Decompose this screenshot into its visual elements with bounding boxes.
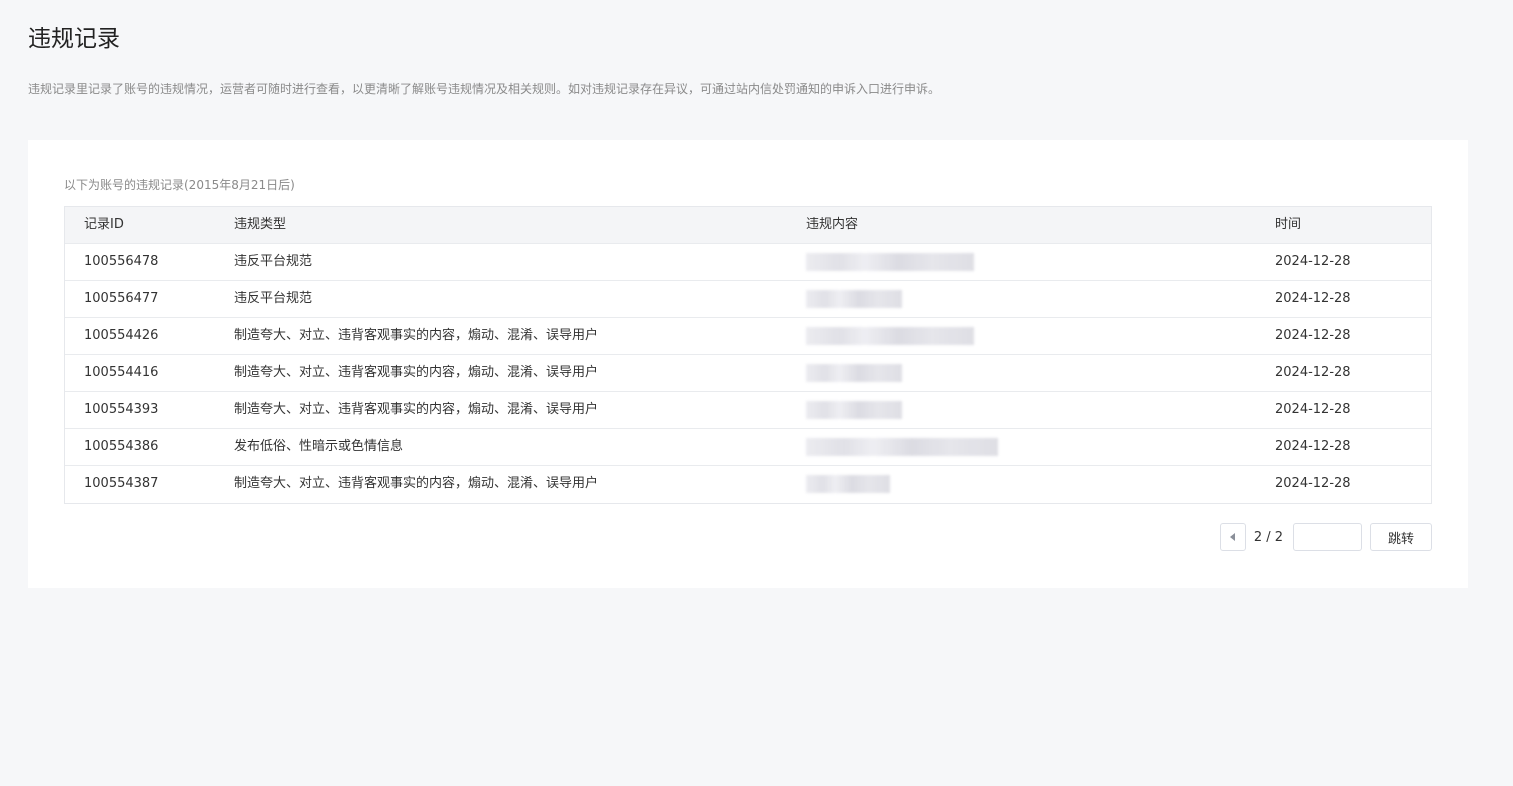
jump-button[interactable]: 跳转 (1370, 523, 1432, 551)
table-row: 100554386 发布低俗、性暗示或色情信息 2024-12-28 (65, 429, 1431, 466)
record-time: 2024-12-28 (1275, 328, 1351, 343)
caret-left-icon (1230, 533, 1236, 541)
page-jump-input[interactable] (1293, 523, 1362, 551)
header-violation-type: 违规类型 (234, 217, 287, 232)
header-time: 时间 (1275, 217, 1302, 232)
redaction-blur (806, 253, 974, 271)
violation-content-redacted (806, 466, 1006, 502)
violation-content-redacted (806, 318, 1006, 354)
redaction-blur (806, 327, 974, 345)
record-time: 2024-12-28 (1275, 365, 1351, 380)
violation-type: 违反平台规范 (234, 291, 313, 306)
violation-type: 制造夸大、对立、违背客观事实的内容，煽动、混淆、误导用户 (234, 402, 599, 417)
violation-type: 制造夸大、对立、违背客观事实的内容，煽动、混淆、误导用户 (234, 328, 599, 343)
table-row: 100556477 违反平台规范 2024-12-28 (65, 281, 1431, 318)
redaction-blur (806, 475, 890, 493)
violation-type: 制造夸大、对立、违背客观事实的内容，煽动、混淆、误导用户 (234, 365, 599, 380)
table-row: 100556478 违反平台规范 2024-12-28 (65, 244, 1431, 281)
violation-content-redacted (806, 244, 1006, 280)
table-row: 100554426 制造夸大、对立、违背客观事实的内容，煽动、混淆、误导用户 2… (65, 318, 1431, 355)
table-header-row: 记录ID 违规类型 违规内容 时间 (65, 207, 1431, 244)
record-time: 2024-12-28 (1275, 476, 1351, 491)
page-indicator: 2 / 2 (1253, 529, 1283, 545)
violation-content-redacted (806, 281, 1006, 317)
prev-page-button[interactable] (1219, 523, 1246, 551)
violation-type: 制造夸大、对立、违背客观事实的内容，煽动、混淆、误导用户 (234, 476, 599, 491)
redaction-blur (806, 290, 902, 308)
violation-content-redacted (806, 429, 1006, 465)
redaction-blur (806, 401, 902, 419)
violation-type: 发布低俗、性暗示或色情信息 (234, 439, 404, 454)
record-time: 2024-12-28 (1275, 254, 1351, 269)
record-id: 100554387 (84, 476, 159, 491)
header-violation-content: 违规内容 (806, 217, 859, 232)
table-row: 100554393 制造夸大、对立、违背客观事实的内容，煽动、混淆、误导用户 2… (65, 392, 1431, 429)
record-time: 2024-12-28 (1275, 439, 1351, 454)
violation-content-redacted (806, 392, 1006, 428)
record-time: 2024-12-28 (1275, 291, 1351, 306)
record-id: 100554393 (84, 402, 159, 417)
pagination: 2 / 2 跳转 (1219, 523, 1432, 551)
record-id: 100554416 (84, 365, 159, 380)
record-id: 100556478 (84, 254, 159, 269)
redaction-blur (806, 364, 902, 382)
record-id: 100554426 (84, 328, 159, 343)
table-row: 100554416 制造夸大、对立、违背客观事实的内容，煽动、混淆、误导用户 2… (65, 355, 1431, 392)
header-record-id: 记录ID (84, 217, 124, 232)
violation-content-redacted (806, 355, 1006, 391)
violation-type: 违反平台规范 (234, 254, 313, 269)
table-caption: 以下为账号的违规记录(2015年8月21日后) (64, 178, 295, 192)
page-title: 违规记录 (28, 26, 120, 52)
records-panel: 以下为账号的违规记录(2015年8月21日后) 记录ID 违规类型 违规内容 时… (28, 140, 1468, 588)
record-time: 2024-12-28 (1275, 402, 1351, 417)
page-description: 违规记录里记录了账号的违规情况，运营者可随时进行查看，以更清晰了解账号违规情况及… (28, 82, 941, 96)
violation-records-table: 记录ID 违规类型 违规内容 时间 100556478 违反平台规范 2024-… (64, 206, 1432, 504)
record-id: 100554386 (84, 439, 159, 454)
redaction-blur (806, 438, 998, 456)
page: 违规记录 违规记录里记录了账号的违规情况，运营者可随时进行查看，以更清晰了解账号… (0, 0, 1513, 786)
table-row: 100554387 制造夸大、对立、违背客观事实的内容，煽动、混淆、误导用户 2… (65, 466, 1431, 503)
record-id: 100556477 (84, 291, 159, 306)
